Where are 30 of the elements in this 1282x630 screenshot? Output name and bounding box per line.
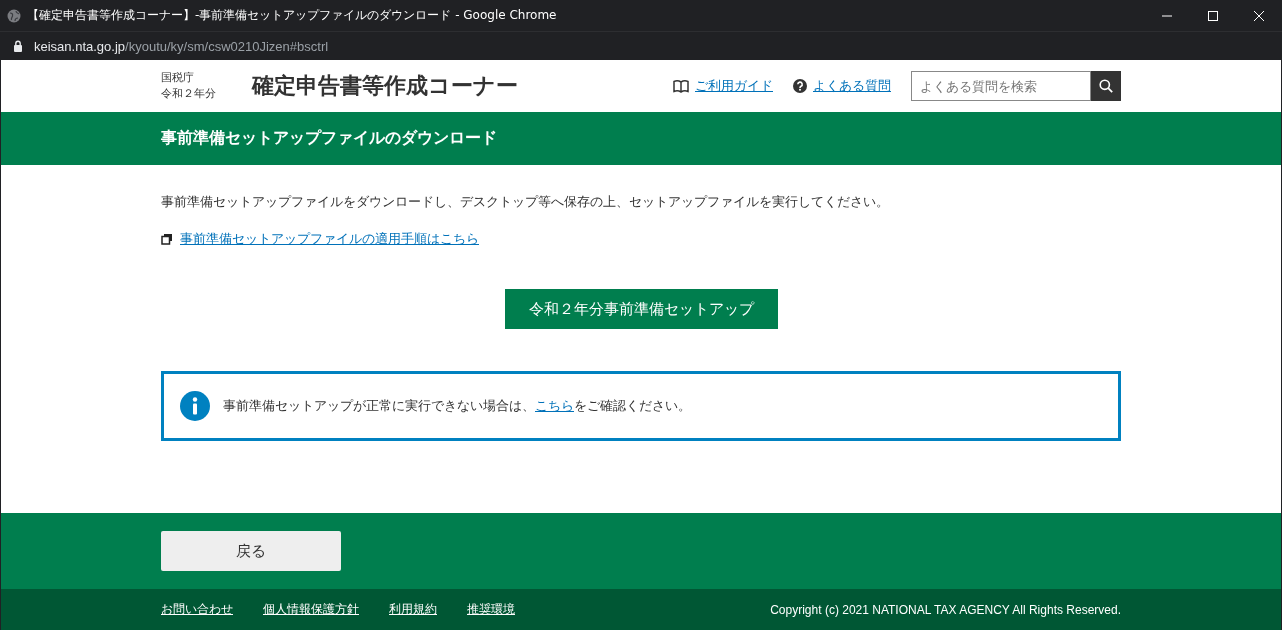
book-icon: [673, 79, 689, 93]
close-icon: [1253, 9, 1265, 22]
info-icon: [180, 391, 210, 421]
instruction-text: 事前準備セットアップファイルをダウンロードし、デスクトップ等へ保存の上、セットアップファイルを実行してください。: [161, 193, 890, 211]
search-field[interactable]: よくある質問を検索: [911, 71, 1091, 101]
header-link[interactable]: よくある質問: [813, 77, 891, 95]
copyright-text: Copyright (c) 2021 NATIONAL TAX AGENCY All Rights Reserved.: [770, 602, 1121, 617]
notice-text: 事前準備セットアップが正常に実行できない場合は、こちら をご確認ください。: [223, 397, 691, 415]
back-button[interactable]: 戻る: [161, 531, 341, 571]
year-label: 令和２年分: [161, 86, 217, 102]
footer-link[interactable]: 個人情報保護方針: [263, 601, 359, 618]
maximize-icon: [1207, 9, 1219, 22]
search-icon: [1099, 79, 1113, 93]
agency-name: 国税庁: [161, 70, 195, 86]
header-link[interactable]: ご利用ガイド: [695, 77, 773, 95]
site-title: 確定申告書等作成コーナー: [252, 72, 518, 100]
notice-link[interactable]: こちら: [535, 398, 574, 413]
page-title: 事前準備セットアップファイルのダウンロード: [161, 128, 498, 149]
help-icon: [793, 79, 807, 93]
procedure-link[interactable]: 事前準備セットアップファイルの適用手順はこちら: [180, 230, 479, 248]
footer-link[interactable]: 推奨環境: [467, 601, 515, 618]
address-url[interactable]: keisan.nta.go.jp/kyoutu/ky/sm/csw0210Jizen#bsctrl: [34, 38, 329, 54]
window-icon: [161, 233, 173, 245]
setup-download-button[interactable]: 令和２年分事前準備セットアップ: [504, 289, 778, 329]
footer-link[interactable]: お問い合わせ: [161, 601, 233, 618]
globe-icon: [7, 8, 21, 23]
search-button[interactable]: [1091, 71, 1121, 101]
footer-link[interactable]: 利用規約: [389, 601, 437, 618]
lock-icon: [13, 40, 23, 52]
window-title: 【確定申告書等作成コーナー】-事前準備セットアップファイルのダウンロード - Google Chrome: [27, 7, 558, 24]
